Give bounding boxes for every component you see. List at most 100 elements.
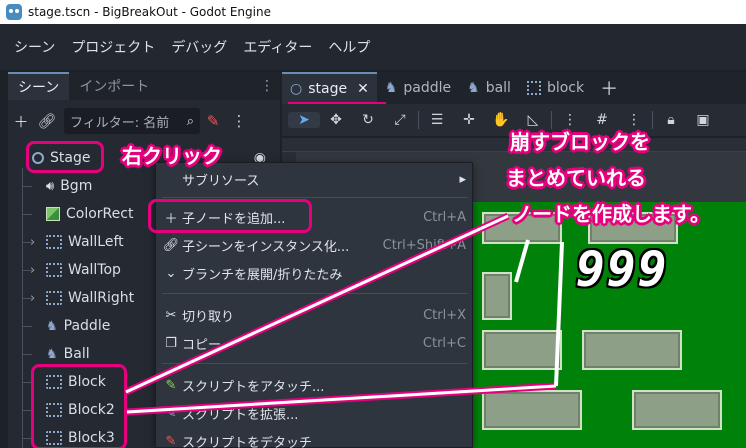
- link-icon[interactable]: 🔗︎: [34, 108, 60, 134]
- annotation-right-click: 右クリック: [122, 144, 222, 168]
- menu-item-extend-script[interactable]: ✎ スクリプトを拡張...: [156, 399, 474, 427]
- menu-item-copy[interactable]: ❐ コピー Ctrl+C: [156, 329, 474, 357]
- window-titlebar: stage.tscn - BigBreakOut - Godot Engine: [0, 0, 746, 24]
- script-extend-icon: ✎: [165, 405, 177, 421]
- script-detach-icon: ✎: [165, 433, 177, 448]
- menu-item-label: スクリプトをアタッチ...: [182, 379, 325, 395]
- select-tool-icon[interactable]: ➤: [288, 112, 320, 128]
- brick: [582, 330, 682, 370]
- search-icon: ⌕: [186, 113, 194, 129]
- colorrect-icon: [46, 207, 60, 221]
- filter-placeholder: フィルター: 名前: [70, 115, 170, 131]
- menu-item-instantiate-child-scene[interactable]: 🔗︎ 子シーンをインスタンス化... Ctrl+Shift+A: [156, 231, 474, 259]
- tree-item-label: WallTop: [68, 262, 121, 278]
- character-icon: ♞: [46, 347, 58, 362]
- chevron-down-icon: ⌄: [165, 265, 177, 281]
- menu-help[interactable]: ヘルプ: [328, 37, 370, 57]
- brick: [632, 390, 722, 430]
- menu-scene[interactable]: シーン: [14, 37, 55, 57]
- character-icon: ♞: [46, 319, 58, 334]
- tree-item-label: Paddle: [63, 318, 111, 334]
- pivot-icon[interactable]: ✛: [453, 112, 485, 128]
- chevron-right-icon[interactable]: ›: [30, 263, 35, 278]
- menu-item-label: コピー: [182, 337, 222, 353]
- menu-item-cut[interactable]: ✂ 切り取り Ctrl+X: [156, 301, 474, 329]
- tab-import[interactable]: インポート: [69, 72, 159, 100]
- menu-item-detach-script[interactable]: ✎ スクリプトをデタッチ: [156, 427, 474, 448]
- tab-stage[interactable]: ○ stage ✕: [282, 72, 377, 104]
- node2d-icon: ○: [290, 81, 303, 97]
- menu-project[interactable]: プロジェクト: [71, 37, 155, 57]
- menu-item-expand-collapse-branch[interactable]: ⌄ ブランチを展開/折りたたみ: [156, 259, 474, 287]
- scale-tool-icon[interactable]: ⤢: [384, 112, 416, 128]
- lock-icon[interactable]: 🔒︎: [655, 112, 687, 128]
- chevron-right-icon[interactable]: ›: [30, 235, 35, 250]
- menu-item-attach-script[interactable]: ✎ スクリプトをアタッチ...: [156, 371, 474, 399]
- move-tool-icon[interactable]: ✥: [320, 112, 352, 128]
- tab-label: paddle: [403, 80, 452, 96]
- tab-label: ball: [485, 80, 511, 96]
- window-title: stage.tscn - BigBreakOut - Godot Engine: [28, 5, 271, 19]
- godot-logo-icon: [6, 4, 22, 20]
- brick: [482, 330, 562, 370]
- menu-item-label: スクリプトをデタッチ: [182, 435, 313, 448]
- node-box-icon: [46, 291, 62, 305]
- dock-options-icon[interactable]: ⋮: [260, 78, 274, 94]
- filter-input[interactable]: フィルター: 名前 ⌕: [64, 108, 200, 134]
- menu-item-shortcut: Ctrl+A: [423, 209, 466, 225]
- character-icon: ♞: [384, 80, 398, 96]
- node-box-icon: [46, 263, 62, 277]
- tab-paddle[interactable]: ♞ paddle: [377, 72, 459, 104]
- group-icon[interactable]: ▣: [687, 112, 719, 128]
- annotation-note-line3: ノードを作成します。: [512, 202, 710, 226]
- menu-item-shortcut: Ctrl+C: [422, 335, 466, 351]
- menu-item-shortcut: Ctrl+Shift+A: [382, 237, 466, 253]
- tree-item-label: WallLeft: [68, 234, 124, 250]
- annotation-highlight-stage: [26, 141, 104, 173]
- menu-item-label: ブランチを展開/折りたたみ: [182, 267, 343, 283]
- tab-label: stage: [308, 81, 348, 97]
- annotation-highlight-add-child: [148, 199, 312, 233]
- node-box-icon: [526, 81, 541, 95]
- rotate-tool-icon[interactable]: ↻: [352, 112, 384, 128]
- list-select-icon[interactable]: ☰: [421, 112, 453, 128]
- brick: [482, 390, 582, 430]
- tree-item-label: Ball: [63, 346, 90, 362]
- annotation-note-line2: まとめていれる: [506, 166, 646, 190]
- scissors-icon: ✂: [165, 307, 177, 323]
- chevron-right-icon[interactable]: ›: [30, 291, 35, 306]
- menu-debug[interactable]: デバッグ: [171, 37, 227, 57]
- add-node-icon[interactable]: ＋: [8, 108, 34, 134]
- tab-scene[interactable]: シーン: [8, 72, 70, 100]
- menu-item-subresource[interactable]: サブリソース ▸: [156, 165, 474, 193]
- audio-stream-player-icon: 🔊︎: [46, 179, 55, 194]
- scene-dock-tabs: シーン インポート ⋮: [8, 72, 280, 100]
- script-detach-icon[interactable]: ✎: [200, 108, 226, 134]
- annotation-note-line1: 崩すブロックを: [510, 130, 650, 154]
- tree-item-label: WallRight: [68, 290, 135, 306]
- copy-icon: ❐: [165, 335, 177, 351]
- character-icon: ♞: [467, 80, 480, 96]
- link-icon: 🔗︎: [162, 237, 180, 253]
- menu-item-label: サブリソース: [182, 173, 260, 189]
- menu-item-label: 切り取り: [182, 309, 235, 325]
- tab-label: block: [546, 80, 585, 96]
- more-options-icon[interactable]: ⋮: [226, 108, 252, 134]
- tree-item-label: Bgm: [60, 178, 93, 194]
- menu-item-label: スクリプトを拡張...: [182, 407, 299, 423]
- menu-item-label: 子シーンをインスタンス化...: [182, 239, 350, 255]
- node-box-icon: [46, 235, 62, 249]
- close-icon[interactable]: ✕: [357, 81, 369, 97]
- menu-editor[interactable]: エディター: [243, 37, 312, 57]
- scene-toolbar: ＋ 🔗︎ フィルター: 名前 ⌕ ✎ ⋮: [8, 104, 280, 138]
- menu-bar: シーン プロジェクト デバッグ エディター ヘルプ: [0, 24, 746, 70]
- chevron-right-icon: ▸: [459, 171, 466, 187]
- tab-ball[interactable]: ♞ ball: [459, 72, 519, 104]
- tree-item-label: ColorRect: [66, 206, 134, 222]
- new-tab-button[interactable]: ＋: [592, 72, 626, 104]
- brick: [482, 272, 512, 320]
- editor-scene-tabs: ○ stage ✕ ♞ paddle ♞ ball block ＋: [282, 72, 746, 104]
- tab-block[interactable]: block: [519, 72, 592, 104]
- game-area: [472, 202, 746, 448]
- score-label: 999: [576, 242, 669, 298]
